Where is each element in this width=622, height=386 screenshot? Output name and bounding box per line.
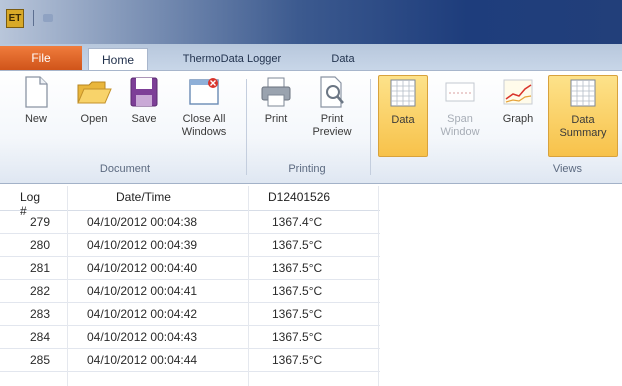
print-button[interactable]: Print bbox=[256, 75, 296, 126]
data-summary-button[interactable]: Data Summary bbox=[548, 75, 618, 157]
log-cell: 284 bbox=[30, 330, 51, 344]
tab-thermodata-logger[interactable]: ThermoData Logger bbox=[162, 48, 302, 70]
column-divider bbox=[248, 186, 249, 386]
views-group-label-text: Views bbox=[552, 163, 582, 175]
open-label: Open bbox=[80, 113, 108, 125]
data-summary-label: Data Summary bbox=[559, 114, 607, 139]
print-label: Print bbox=[264, 113, 288, 125]
tab-data[interactable]: Data bbox=[318, 48, 368, 70]
print-preview-label: Print Preview bbox=[312, 113, 352, 138]
value-cell: 1367.4°C bbox=[272, 215, 323, 229]
log-cell: 280 bbox=[30, 238, 51, 252]
close-all-windows-label: Close All Windows bbox=[181, 113, 227, 138]
datetime-cell: 04/10/2012 00:04:43 bbox=[87, 330, 198, 344]
table-row[interactable]: 281 04/10/2012 00:04:40 1367.5°C bbox=[0, 257, 380, 280]
value-cell: 1367.5°C bbox=[272, 353, 323, 367]
print-preview-button[interactable]: Print Preview bbox=[306, 75, 358, 139]
tab-file[interactable]: File bbox=[0, 46, 82, 70]
tab-home[interactable]: Home bbox=[88, 48, 148, 71]
table-row[interactable]: 279 04/10/2012 00:04:38 1367.4°C bbox=[0, 211, 380, 234]
views-group-label: Views bbox=[378, 163, 616, 175]
log-cell: 279 bbox=[30, 215, 51, 229]
print-preview-icon bbox=[320, 76, 344, 108]
table-header: Log # Date/Time D12401526 bbox=[0, 186, 380, 218]
table-row[interactable]: 280 04/10/2012 00:04:39 1367.5°C bbox=[0, 234, 380, 257]
table-row[interactable]: 284 04/10/2012 00:04:43 1367.5°C bbox=[0, 326, 380, 349]
log-cell: 281 bbox=[30, 261, 51, 275]
datetime-cell: 04/10/2012 00:04:44 bbox=[87, 353, 198, 367]
span-window-icon bbox=[445, 82, 475, 102]
log-cell: 283 bbox=[30, 307, 51, 321]
datetime-cell: 04/10/2012 00:04:39 bbox=[87, 238, 198, 252]
value-cell: 1367.5°C bbox=[272, 238, 323, 252]
column-divider bbox=[378, 186, 379, 386]
value-cell: 1367.5°C bbox=[272, 307, 323, 321]
printing-group-label: Printing bbox=[288, 163, 326, 175]
column-header-value[interactable]: D12401526 bbox=[268, 190, 348, 204]
new-document-icon bbox=[25, 76, 48, 108]
data-table: Log # Date/Time D12401526 279 04/10/2012… bbox=[0, 186, 380, 386]
quick-access-item[interactable] bbox=[43, 14, 53, 22]
graph-button[interactable]: Graph bbox=[494, 75, 542, 126]
data-summary-icon bbox=[570, 79, 596, 107]
close-all-windows-button[interactable]: Close All Windows bbox=[172, 75, 236, 139]
datetime-cell: 04/10/2012 00:04:40 bbox=[87, 261, 198, 275]
save-button[interactable]: Save bbox=[124, 75, 164, 126]
column-header-datetime[interactable]: Date/Time bbox=[116, 190, 266, 204]
open-button[interactable]: Open bbox=[70, 75, 118, 126]
log-cell: 285 bbox=[30, 353, 51, 367]
ribbon-tab-row: File Home ThermoData Logger Data bbox=[0, 44, 622, 71]
open-folder-icon bbox=[77, 81, 112, 104]
save-label: Save bbox=[131, 113, 157, 125]
value-cell: 1367.5°C bbox=[272, 284, 323, 298]
group-separator bbox=[370, 79, 371, 175]
quick-access-separator bbox=[33, 10, 34, 26]
printer-icon bbox=[261, 77, 291, 107]
new-label: New bbox=[24, 113, 47, 125]
ribbon: New Open Save Close All Windows Document bbox=[0, 70, 622, 184]
app-icon[interactable]: ET bbox=[6, 9, 24, 28]
document-group-label: Document bbox=[99, 163, 151, 175]
close-all-windows-icon bbox=[189, 78, 219, 105]
group-separator bbox=[246, 79, 247, 175]
span-window-label: Span Window bbox=[440, 113, 480, 138]
new-button[interactable]: New bbox=[14, 75, 58, 126]
save-disk-icon bbox=[130, 77, 158, 107]
data-view-label: Data bbox=[391, 114, 415, 126]
data-grid-icon bbox=[390, 79, 416, 107]
title-bar: ET bbox=[0, 0, 622, 44]
graph-icon bbox=[503, 79, 533, 105]
table-row[interactable]: 283 04/10/2012 00:04:42 1367.5°C bbox=[0, 303, 380, 326]
data-view-button[interactable]: Data bbox=[378, 75, 428, 157]
value-cell: 1367.5°C bbox=[272, 261, 323, 275]
table-row[interactable]: 282 04/10/2012 00:04:41 1367.5°C bbox=[0, 280, 380, 303]
graph-label: Graph bbox=[502, 113, 534, 125]
span-window-button[interactable]: Span Window bbox=[436, 75, 484, 139]
datetime-cell: 04/10/2012 00:04:41 bbox=[87, 284, 198, 298]
column-divider bbox=[67, 186, 68, 386]
log-cell: 282 bbox=[30, 284, 51, 298]
datetime-cell: 04/10/2012 00:04:38 bbox=[87, 215, 198, 229]
datetime-cell: 04/10/2012 00:04:42 bbox=[87, 307, 198, 321]
value-cell: 1367.5°C bbox=[272, 330, 323, 344]
table-row[interactable]: 285 04/10/2012 00:04:44 1367.5°C bbox=[0, 349, 380, 372]
